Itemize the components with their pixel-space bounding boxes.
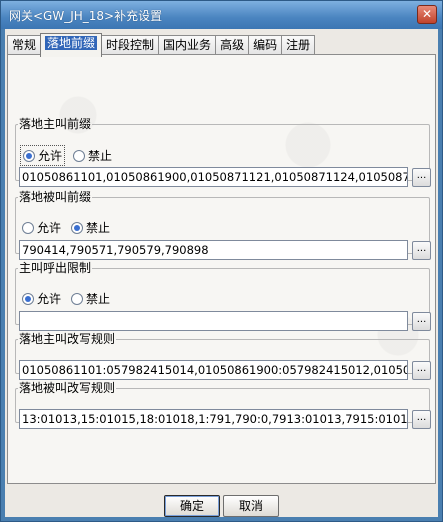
tab-advanced[interactable]: 高级: [215, 35, 250, 56]
callee-prefix-browse-button[interactable]: ...: [412, 241, 431, 260]
callee-prefix-radios: 允许 禁止: [20, 218, 118, 237]
tab-strip: 常规 落地前缀 时段控制 国内业务 高级 编码 注册: [7, 33, 316, 57]
radio-label: 允许: [37, 221, 62, 235]
dialog-client: 常规 落地前缀 时段控制 国内业务 高级 编码 注册 落地主叫前缀 允许 禁止 …: [5, 29, 438, 517]
forbid-radio[interactable]: 禁止: [69, 218, 112, 237]
radio-label: 禁止: [86, 221, 111, 235]
tab-label: 时段控制: [106, 38, 155, 52]
dialog-window: 网关<GW_JH_18>补充设置 ✕ 常规 落地前缀 时段控制 国内业务 高级 …: [0, 0, 443, 522]
caller-outgoing-radios: 允许 禁止: [20, 289, 118, 308]
tab-encoding[interactable]: 编码: [248, 35, 283, 56]
radio-label: 允许: [38, 149, 63, 163]
caller-outgoing-group: 主叫呼出限制 允许 禁止 ...: [15, 261, 431, 331]
radio-label: 允许: [37, 292, 62, 306]
caller-prefix-browse-button[interactable]: ...: [412, 168, 431, 187]
callee-prefix-input[interactable]: 790414,790571,790579,790898: [19, 240, 408, 260]
callee-rewrite-input[interactable]: 13:01013,15:01015,18:01018,1:791,790:0,7…: [19, 409, 408, 429]
radio-label: 禁止: [86, 292, 111, 306]
tab-register[interactable]: 注册: [281, 35, 316, 56]
group-title: 落地主叫改写规则: [19, 332, 116, 346]
window-title: 网关<GW_JH_18>补充设置: [9, 8, 163, 23]
radio-checked-icon: [22, 292, 34, 305]
caller-rewrite-group: 落地主叫改写规则 01050861101:057982415014,010508…: [15, 332, 431, 380]
tab-landing-prefix[interactable]: 落地前缀: [40, 33, 103, 57]
cancel-button[interactable]: 取消: [223, 495, 279, 517]
tab-label: 国内业务: [163, 38, 212, 52]
ok-button[interactable]: 确定: [164, 495, 220, 517]
tab-label: 落地前缀: [45, 36, 98, 50]
caller-outgoing-input[interactable]: [19, 311, 408, 331]
group-title: 落地主叫前缀: [19, 117, 92, 131]
caller-rewrite-input[interactable]: 01050861101:057982415014,01050861900:057…: [19, 360, 408, 380]
callee-rewrite-group: 落地被叫改写规则 13:01013,15:01015,18:01018,1:79…: [15, 381, 431, 429]
radio-checked-icon: [71, 221, 84, 234]
group-title: 主叫呼出限制: [19, 261, 92, 275]
radio-unchecked-icon: [71, 292, 84, 305]
callee-rewrite-browse-button[interactable]: ...: [412, 410, 431, 429]
forbid-radio[interactable]: 禁止: [71, 146, 114, 165]
radio-unchecked-icon: [22, 221, 34, 234]
tab-label: 编码: [253, 38, 278, 52]
tab-label: 常规: [12, 38, 37, 52]
allow-radio[interactable]: 允许: [20, 289, 63, 308]
allow-radio[interactable]: 允许: [20, 145, 66, 166]
title-bar[interactable]: 网关<GW_JH_18>补充设置 ✕: [1, 1, 442, 29]
caller-prefix-group: 落地主叫前缀 允许 禁止 01050861101,01050861900,010…: [15, 117, 431, 187]
caller-prefix-radios: 允许 禁止: [20, 145, 120, 166]
group-title: 落地被叫前缀: [19, 190, 92, 204]
close-icon: ✕: [421, 7, 433, 21]
radio-unchecked-icon: [73, 149, 86, 162]
group-title: 落地被叫改写规则: [19, 381, 116, 395]
tab-label: 注册: [286, 38, 311, 52]
allow-radio[interactable]: 允许: [20, 218, 63, 237]
caller-outgoing-browse-button[interactable]: ...: [412, 312, 431, 331]
tab-panel: 落地主叫前缀 允许 禁止 01050861101,01050861900,010…: [7, 54, 436, 484]
forbid-radio[interactable]: 禁止: [69, 289, 112, 308]
callee-prefix-group: 落地被叫前缀 允许 禁止 790414,790571,790579,790898…: [15, 190, 431, 260]
radio-label: 禁止: [88, 149, 113, 163]
tab-general[interactable]: 常规: [7, 35, 42, 56]
caller-prefix-input[interactable]: 01050861101,01050861900,01050871121,0105…: [19, 167, 408, 187]
tab-label: 高级: [220, 38, 245, 52]
tab-domestic-service[interactable]: 国内业务: [158, 35, 217, 56]
radio-checked-icon: [23, 149, 35, 162]
tab-time-control[interactable]: 时段控制: [101, 35, 160, 56]
close-button[interactable]: ✕: [417, 5, 437, 24]
caller-rewrite-browse-button[interactable]: ...: [412, 361, 431, 380]
